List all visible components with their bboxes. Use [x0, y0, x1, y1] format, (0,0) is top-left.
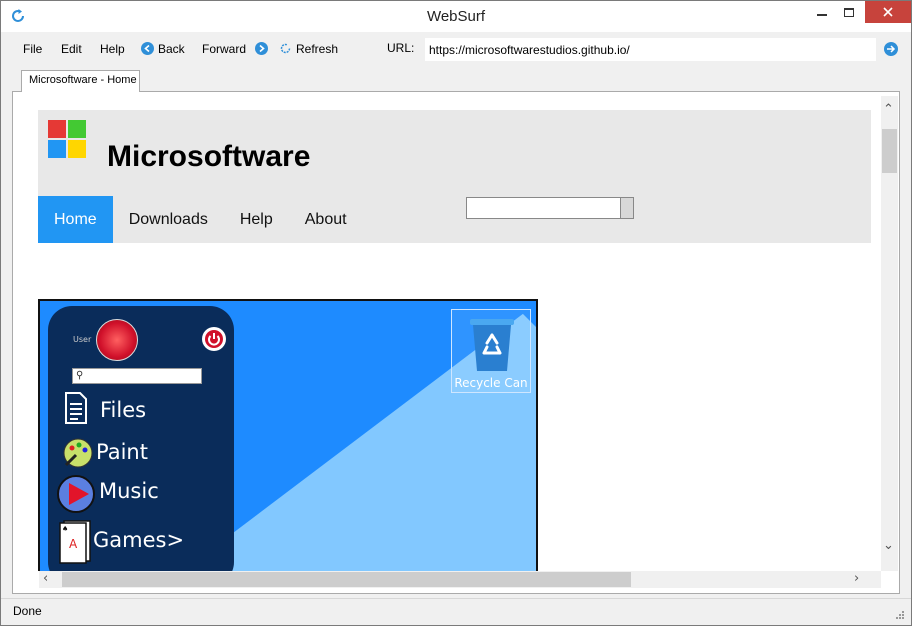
site-title: Microsoftware — [107, 140, 311, 173]
search-icon: ⚲ — [76, 370, 84, 381]
horizontal-scrollbar[interactable]: ‹ › — [39, 571, 881, 588]
scroll-down-icon[interactable]: ⌄ — [883, 539, 894, 552]
recycle-can: Recycle Can — [451, 309, 531, 393]
recycle-label: Recycle Can — [454, 376, 528, 390]
status-bar: Done — [1, 598, 911, 625]
recycle-icon — [470, 319, 514, 371]
app-games: Games> — [93, 528, 185, 552]
back-button[interactable]: Back — [158, 42, 185, 56]
start-search-input: ⚲ — [72, 368, 202, 384]
music-play-icon — [57, 475, 95, 513]
start-menu: User ⚲ Files Paint Music A ♠ Games> — [48, 306, 234, 571]
scroll-up-icon[interactable]: ⌃ — [883, 103, 894, 116]
status-text: Done — [13, 604, 42, 618]
files-icon — [65, 392, 87, 424]
site-header: Microsoftware Home Downloads Help About — [38, 110, 871, 243]
svg-text:♠: ♠ — [62, 525, 68, 533]
user-label: User — [73, 335, 92, 344]
web-viewport: Microsoftware Home Downloads Help About … — [26, 96, 881, 571]
window-title: WebSurf — [426, 8, 486, 25]
go-arrow-icon[interactable] — [884, 42, 898, 56]
close-icon — [883, 7, 893, 17]
site-logo — [48, 120, 88, 160]
app-music: Music — [99, 479, 159, 503]
refresh-icon[interactable] — [279, 42, 292, 55]
url-input[interactable] — [425, 38, 876, 61]
app-files: Files — [100, 398, 147, 422]
title-bar: WebSurf — [1, 1, 911, 32]
menu-help[interactable]: Help — [100, 42, 125, 56]
site-nav: Home Downloads Help About — [38, 196, 363, 243]
nav-help[interactable]: Help — [224, 196, 289, 243]
logo-tile-blue — [48, 140, 66, 158]
menu-edit[interactable]: Edit — [61, 42, 82, 56]
power-icon — [202, 327, 226, 351]
minimize-icon — [817, 14, 827, 16]
vertical-scroll-thumb[interactable] — [882, 129, 897, 173]
minimize-button[interactable] — [808, 1, 836, 23]
logo-tile-yellow — [68, 140, 86, 158]
forward-arrow-icon[interactable] — [255, 42, 268, 55]
browser-window: WebSurf File Edit Help Back Forward Refr… — [0, 0, 912, 626]
vertical-scrollbar[interactable]: ⌃ ⌄ — [881, 96, 898, 571]
nav-home[interactable]: Home — [38, 196, 113, 243]
logo-tile-red — [48, 120, 66, 138]
scroll-left-icon[interactable]: ‹ — [43, 572, 48, 585]
refresh-button[interactable]: Refresh — [296, 42, 338, 56]
maximize-button[interactable] — [835, 1, 863, 23]
site-search-input[interactable] — [466, 197, 621, 219]
url-label: URL: — [387, 41, 415, 55]
maximize-icon — [844, 7, 854, 17]
svg-text:A: A — [69, 537, 78, 551]
desktop-screenshot: User ⚲ Files Paint Music A ♠ Games> Recy… — [38, 299, 538, 571]
site-search-button[interactable] — [621, 197, 634, 219]
paint-palette-icon — [63, 438, 93, 468]
resize-grip-icon[interactable] — [895, 610, 905, 620]
scroll-right-icon[interactable]: › — [854, 572, 859, 585]
forward-button[interactable]: Forward — [202, 42, 246, 56]
logo-tile-green — [68, 120, 86, 138]
nav-downloads[interactable]: Downloads — [113, 196, 224, 243]
menu-file[interactable]: File — [23, 42, 42, 56]
horizontal-scroll-thumb[interactable] — [62, 572, 631, 587]
close-button[interactable] — [865, 1, 911, 23]
avatar — [96, 319, 138, 361]
games-card-icon: A ♠ — [59, 520, 91, 564]
back-arrow-icon[interactable] — [141, 42, 154, 55]
nav-about[interactable]: About — [289, 196, 363, 243]
app-paint: Paint — [96, 440, 148, 464]
tab-home[interactable]: Microsoftware - Home — [21, 70, 140, 92]
